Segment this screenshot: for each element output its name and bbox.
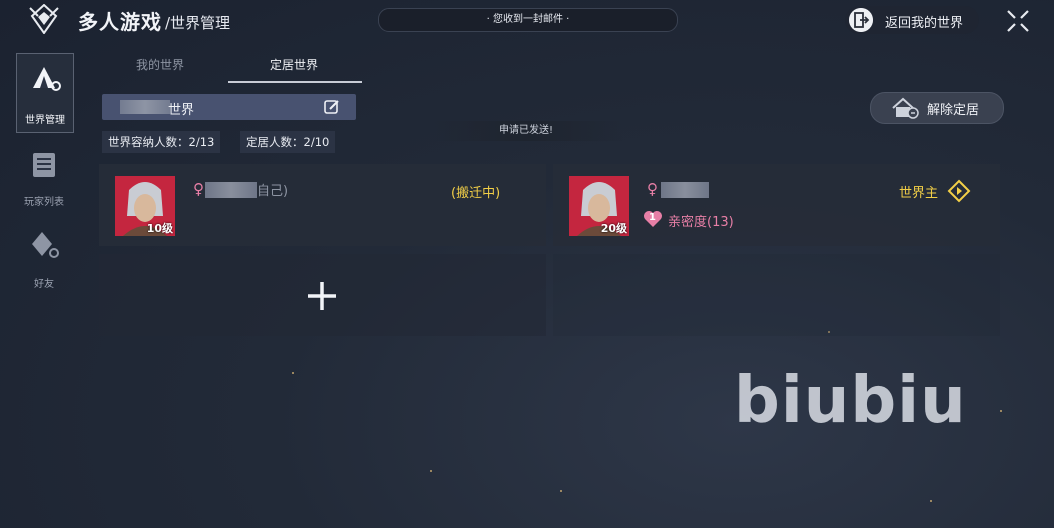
member-card-owner[interactable]: 20级 ♀ 1 亲密度(13) 世界主: [553, 164, 1000, 246]
list-icon: [33, 153, 55, 177]
sidebar-item-player-list[interactable]: 玩家列表: [16, 150, 72, 208]
player-name-suffix: 自己): [257, 184, 289, 199]
sidebar-item-label: 玩家列表: [24, 197, 64, 208]
watermark-logo: biubiu: [734, 364, 967, 438]
world-name-suffix: 世界: [168, 103, 195, 118]
female-gender-icon: ♀: [193, 180, 204, 198]
world-owner-label: 世界主: [899, 186, 939, 201]
blurred-name-mask: [661, 182, 709, 198]
tab-my-world[interactable]: 我的世界: [136, 56, 184, 73]
plus-icon: [308, 282, 336, 310]
blurred-name-mask: [120, 100, 170, 114]
world-capacity-stat: 世界容纳人数：2/13: [102, 131, 221, 153]
sidebar-item-label: 世界管理: [25, 115, 65, 126]
intimacy-value: 亲密度(13): [668, 215, 734, 230]
active-tab-indicator: [228, 81, 362, 83]
page-subtitle: /世界管理: [165, 14, 231, 32]
settled-count-stat: 定居人数：2/10: [240, 131, 336, 153]
relocating-status: (搬迁中): [451, 186, 501, 201]
sidebar-item-friends[interactable]: 好友: [16, 230, 72, 290]
friend-gear-icon: [32, 232, 59, 258]
page-title: 多人游戏: [78, 10, 162, 34]
intimacy-level: 1: [649, 212, 656, 223]
release-settlement-button[interactable]: 解除定居: [870, 92, 1004, 124]
toast-message: 申请已发送!: [428, 121, 624, 141]
play-diamond-icon[interactable]: [947, 179, 971, 203]
house-remove-icon: [892, 97, 919, 119]
avatar: 10级: [115, 176, 175, 236]
close-icon[interactable]: [1002, 6, 1034, 36]
member-card-self[interactable]: 10级 ♀ 自己) (搬迁中): [99, 164, 546, 246]
player-level: 10级: [146, 222, 173, 235]
mail-notice-bar[interactable]: · 您收到一封邮件 ·: [378, 8, 678, 32]
player-level: 20级: [600, 222, 627, 235]
tent-gear-icon: [33, 67, 61, 91]
world-name-bar: 世界: [102, 94, 356, 120]
tab-settled-world[interactable]: 定居世界: [270, 56, 318, 73]
sidebar-item-label: 好友: [34, 279, 54, 290]
exit-door-icon: [849, 8, 873, 32]
return-to-my-world-button[interactable]: 返回我的世界: [845, 6, 979, 34]
female-gender-icon: ♀: [647, 180, 658, 198]
avatar: 20级: [569, 176, 629, 236]
blurred-name-mask: [205, 182, 257, 198]
edit-icon[interactable]: [324, 99, 340, 115]
sidebar-item-world-management[interactable]: 世界管理: [16, 53, 74, 133]
add-member-slot[interactable]: [99, 254, 546, 336]
release-settlement-label: 解除定居: [927, 103, 980, 118]
return-button-label: 返回我的世界: [885, 16, 964, 31]
multiplayer-logo-icon: [29, 4, 59, 34]
empty-slot: [553, 254, 1000, 336]
